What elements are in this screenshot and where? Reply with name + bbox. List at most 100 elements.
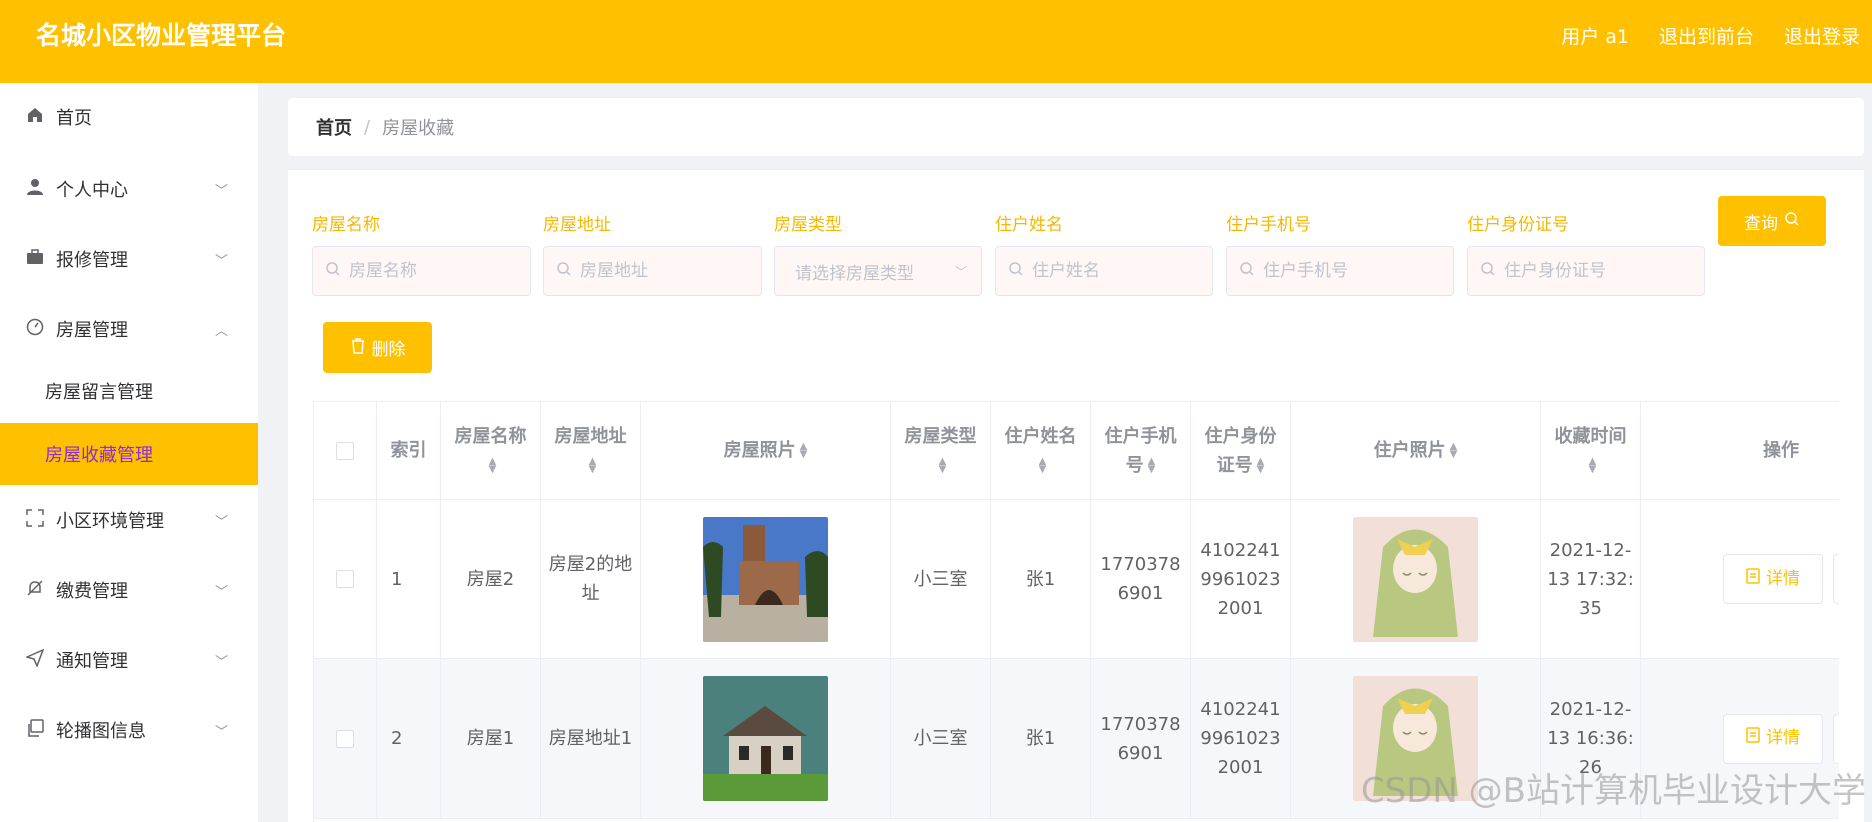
resident-photo-image[interactable] [1353,516,1478,642]
sidebar-item-environment[interactable]: 小区环境管理 ﹀ [0,489,258,551]
resident-phone-input[interactable] [1263,261,1435,281]
chevron-down-icon: ﹀ [214,654,228,670]
header-favorite-time-label: 收藏时间 [1554,425,1627,447]
sidebar-item-payment[interactable]: 缴费管理 ﹀ [0,559,258,621]
header-house-photo-label: 房屋照片 [723,440,796,461]
detail-button[interactable]: 详情 [1723,713,1823,764]
back-to-front-link[interactable]: 退出到前台 [1659,22,1754,49]
resident-id-field [1467,246,1705,296]
cell-resident-name: 张1 [991,500,1091,658]
favorites-table: 索引 房屋名称 ▲ ▼ 房屋地址 ▲ ▼ 房屋照片 ▲ ▼ 房屋类型 ▲ ▼ 住户姓名 ▲ ▼ 住户… [313,401,1839,822]
house-name-input[interactable] [349,261,513,281]
top-links: 用户 a1 退出到前台 退出登录 [1561,22,1860,49]
sidebar-item-label: 个人中心 [56,180,128,201]
sidebar-item-carousel[interactable]: 轮播图信息 ﹀ [0,699,258,761]
sidebar-item-home[interactable]: 首页 [0,86,258,148]
home-icon [22,106,48,129]
sort-icon[interactable]: ▲ ▼ [1589,456,1597,474]
header-house-name[interactable]: 房屋名称 ▲ ▼ [441,402,541,499]
sort-icon[interactable]: ▲ ▼ [1450,441,1458,459]
header-index: 索引 [377,402,441,499]
sidebar-item-notice[interactable]: 通知管理 ﹀ [0,629,258,691]
sidebar-subitem-house-favorite[interactable]: 房屋收藏管理 [0,423,258,485]
breadcrumb-current: 房屋收藏 [382,118,455,139]
sidebar-item-house[interactable]: 房屋管理 ︿ [0,298,258,360]
query-button[interactable]: 查询 [1718,196,1826,246]
detail-button-label: 详情 [1766,568,1800,589]
cell-index: 2 [377,659,441,818]
cell-house-photo [641,659,891,818]
delete-button[interactable]: 删除 [323,322,432,373]
resident-id-input[interactable] [1504,261,1684,281]
header-index-label: 索引 [390,440,427,461]
header-house-name-label: 房屋名称 [454,425,527,447]
breadcrumb-home[interactable]: 首页 [316,114,352,140]
house-type-label: 房屋类型 [774,215,842,235]
chevron-up-icon: ︿ [214,323,228,339]
sort-icon[interactable]: ▲ ▼ [939,456,947,474]
sort-icon[interactable]: ▲ ▼ [589,456,597,474]
cell-house-photo [641,500,891,658]
more-action-button[interactable] [1833,554,1839,604]
header-resident-photo[interactable]: 住户照片 ▲ ▼ [1291,402,1541,499]
house-address-label: 房屋地址 [543,215,611,235]
fullscreen-icon [22,508,48,532]
chevron-down-icon: ﹀ [214,724,228,740]
more-action-button[interactable] [1833,713,1839,764]
user-label[interactable]: 用户 a1 [1561,22,1629,49]
sidebar-item-repair[interactable]: 报修管理 ﹀ [0,228,258,290]
cell-favorite-time: 2021-12-13 17:32:35 [1541,500,1641,658]
chevron-down-icon: ﹀ [214,584,228,600]
cell-actions: 详情 [1641,500,1839,658]
header-resident-name[interactable]: 住户姓名 ▲ ▼ [991,402,1091,499]
header-resident-photo-label: 住户照片 [1373,440,1446,461]
briefcase-icon [22,248,48,271]
detail-button[interactable]: 详情 [1723,554,1823,604]
send-icon [22,648,48,672]
header-favorite-time[interactable]: 收藏时间 ▲ ▼ [1541,402,1641,499]
bell-off-icon [22,579,48,602]
chevron-down-icon: ﹀ [954,264,967,279]
header-resident-phone[interactable]: 住户手机号 ▲ ▼ [1091,402,1191,499]
sort-icon[interactable]: ▲ ▼ [489,456,497,474]
resident-name-field [995,246,1213,296]
cell-resident-phone: 17703786901 [1091,659,1191,818]
sort-icon[interactable]: ▲ ▼ [1039,456,1047,474]
row-select-cell [314,500,377,658]
sidebar-item-label: 房屋管理 [56,320,128,341]
resident-name-label: 住户姓名 [995,215,1063,235]
sidebar: 首页 个人中心 ﹀ 报修管理 ﹀ 房屋管理 ︿ 房屋留言管理 房屋收藏管理 小区… [0,83,258,822]
user-icon [22,178,48,201]
sidebar-item-label: 通知管理 [56,651,128,672]
select-all-checkbox[interactable] [336,441,354,460]
sidebar-item-label: 首页 [56,108,92,129]
sort-icon[interactable]: ▲ ▼ [800,441,808,459]
house-address-input[interactable] [580,261,744,281]
resident-phone-field [1226,246,1454,296]
sidebar-item-personal-center[interactable]: 个人中心 ﹀ [0,158,258,220]
cell-house-address: 房屋地址1 [541,659,641,818]
house-type-select[interactable]: 请选择房屋类型 ﹀ [774,246,982,296]
cell-resident-phone: 17703786901 [1091,500,1191,658]
sort-icon[interactable]: ▲ ▼ [1148,456,1156,474]
breadcrumb: 首页 / 房屋收藏 [288,98,1864,156]
header-house-type-label: 房屋类型 [904,425,977,447]
row-checkbox[interactable] [336,729,354,748]
house-photo-image[interactable] [703,516,828,642]
sidebar-subitem-label: 房屋收藏管理 [45,445,153,466]
sort-icon[interactable]: ▲ ▼ [1257,456,1265,474]
header-select-all-cell [314,402,377,499]
logout-link[interactable]: 退出登录 [1784,22,1860,49]
resident-name-input[interactable] [1032,261,1196,281]
row-checkbox[interactable] [336,570,354,588]
header-house-type[interactable]: 房屋类型 ▲ ▼ [891,402,991,499]
header-house-address[interactable]: 房屋地址 ▲ ▼ [541,402,641,499]
sidebar-subitem-house-message[interactable]: 房屋留言管理 [0,360,258,422]
header-actions-label: 操作 [1763,440,1799,461]
header-resident-id[interactable]: 住户身份证号 ▲ ▼ [1191,402,1291,499]
dashboard-icon [22,318,48,341]
house-photo-image[interactable] [703,676,828,801]
header-house-photo[interactable]: 房屋照片 ▲ ▼ [641,402,891,499]
cell-house-type: 小三室 [891,500,991,658]
cell-resident-id: 410224199610232001 [1191,500,1291,658]
